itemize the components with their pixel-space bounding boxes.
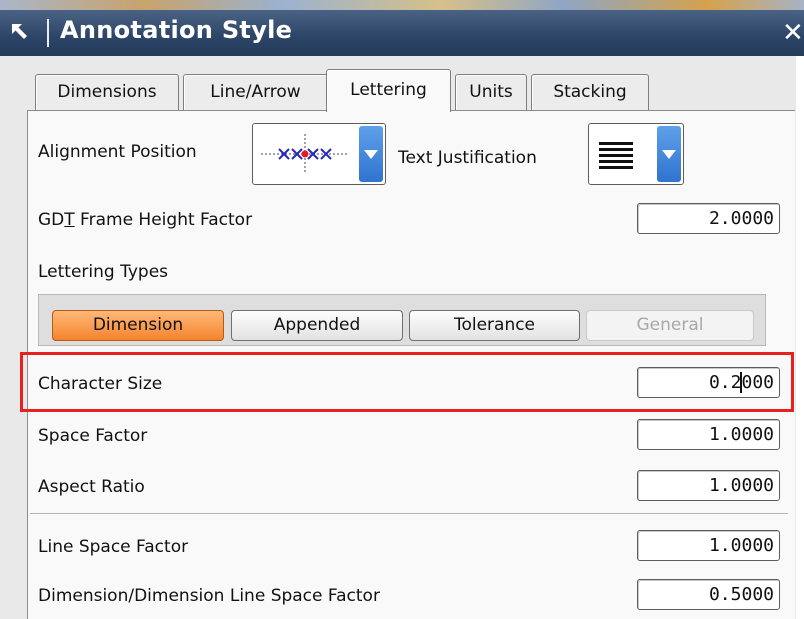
alignment-xxx-icon <box>259 132 351 180</box>
space-factor-label: Space Factor <box>38 426 148 446</box>
chevron-down-icon[interactable] <box>657 126 681 182</box>
tolerance-button[interactable]: Tolerance <box>409 310 580 341</box>
dialog-right-edge <box>796 56 804 619</box>
aspect-ratio-field[interactable]: 1.0000 <box>637 470 780 501</box>
gdt-label-mnemonic: T <box>64 210 75 230</box>
tab-line-arrow[interactable]: Line/Arrow <box>183 74 328 110</box>
tab-lettering[interactable]: Lettering <box>326 69 451 112</box>
tab-units[interactable]: Units <box>455 74 527 110</box>
alignment-position-label: Alignment Position <box>38 142 197 162</box>
gdt-label-suffix: Frame Height Factor <box>74 210 253 230</box>
text-justification-label: Text Justification <box>398 148 537 168</box>
tab-dimensions[interactable]: Dimensions <box>35 74 179 110</box>
line-space-factor-label: Line Space Factor <box>38 537 189 557</box>
alignment-position-dropdown[interactable] <box>252 123 386 185</box>
dimension-button[interactable]: Dimension <box>52 310 224 341</box>
justify-lines-icon <box>597 140 637 174</box>
highlight-box <box>20 352 794 412</box>
appended-button[interactable]: Appended <box>231 310 403 341</box>
dimension-line-space-factor-field[interactable]: 0.5000 <box>637 579 780 610</box>
dialog-title-bar[interactable]: Annotation Style ✕ <box>0 10 804 56</box>
lettering-types-label: Lettering Types <box>38 262 169 282</box>
aspect-ratio-label: Aspect Ratio <box>38 477 145 497</box>
gdt-frame-height-factor-field[interactable]: 2.0000 <box>637 203 780 234</box>
tab-stacking[interactable]: Stacking <box>531 74 649 110</box>
dimension-line-space-factor-label: Dimension/Dimension Line Space Factor <box>38 586 380 606</box>
space-factor-field[interactable]: 1.0000 <box>637 419 780 450</box>
chevron-down-icon[interactable] <box>359 126 383 182</box>
background-app-strip <box>0 0 804 10</box>
title-separator <box>47 19 49 47</box>
pin-icon[interactable] <box>6 18 36 48</box>
gdt-label-prefix: GD <box>38 210 65 230</box>
close-icon[interactable]: ✕ <box>782 16 804 50</box>
line-space-factor-field[interactable]: 1.0000 <box>637 530 780 561</box>
section-divider <box>30 513 788 515</box>
text-justification-dropdown[interactable] <box>588 123 684 185</box>
gdt-frame-height-factor-label: GDT Frame Height Factor <box>38 210 252 230</box>
dialog-title: Annotation Style <box>60 16 293 44</box>
general-button: General <box>586 310 754 341</box>
